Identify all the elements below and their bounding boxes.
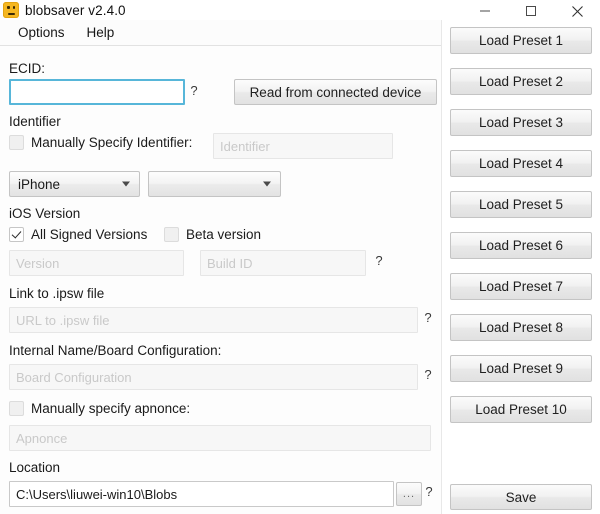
device-type-value: iPhone (18, 177, 60, 192)
face-mouth (8, 13, 15, 15)
checkbox-label: Beta version (186, 227, 261, 242)
close-icon[interactable] (554, 0, 600, 22)
device-type-dropdown[interactable]: iPhone (9, 171, 140, 197)
menu-item-help[interactable]: Help (79, 22, 123, 43)
load-preset-6-button[interactable]: Load Preset 6 (450, 232, 592, 259)
menu-bar: Options Help (0, 20, 441, 46)
chevron-down-icon (122, 182, 130, 187)
minimize-icon[interactable] (462, 0, 508, 22)
ecid-help-icon[interactable]: ? (189, 83, 199, 98)
ios-version-section-label: iOS Version (9, 206, 80, 221)
load-preset-10-button[interactable]: Load Preset 10 (450, 396, 592, 423)
window-title: blobsaver v2.4.0 (25, 3, 126, 18)
location-help-icon[interactable]: ? (424, 484, 434, 499)
ipsw-help-icon[interactable]: ? (423, 310, 433, 325)
load-preset-2-button[interactable]: Load Preset 2 (450, 68, 592, 95)
load-preset-7-button[interactable]: Load Preset 7 (450, 273, 592, 300)
save-button[interactable]: Save (450, 484, 592, 510)
manually-specify-identifier-checkbox[interactable]: Manually Specify Identifier: (9, 135, 192, 150)
chevron-down-icon (263, 182, 271, 187)
ecid-input[interactable] (9, 79, 185, 105)
load-preset-4-button[interactable]: Load Preset 4 (450, 150, 592, 177)
checkbox-label: All Signed Versions (31, 227, 147, 242)
board-config-label: Internal Name/Board Configuration: (9, 343, 221, 358)
apnonce-input[interactable] (9, 425, 431, 451)
load-preset-5-button[interactable]: Load Preset 5 (450, 191, 592, 218)
ecid-label: ECID: (9, 61, 45, 76)
load-preset-3-button[interactable]: Load Preset 3 (450, 109, 592, 136)
buildid-input[interactable] (200, 250, 366, 276)
location-input[interactable] (9, 481, 394, 507)
checkbox-label: Manually Specify Identifier: (31, 135, 192, 150)
face-icon (3, 2, 19, 18)
ipsw-url-input[interactable] (9, 307, 418, 333)
checkbox-box (9, 135, 24, 150)
read-from-connected-device-button[interactable]: Read from connected device (234, 79, 437, 105)
board-config-help-icon[interactable]: ? (423, 367, 433, 382)
load-preset-9-button[interactable]: Load Preset 9 (450, 355, 592, 382)
location-label: Location (9, 460, 60, 475)
window-controls (462, 0, 600, 22)
beta-version-checkbox[interactable]: Beta version (164, 227, 261, 242)
identifier-input[interactable] (213, 133, 393, 159)
load-preset-1-button[interactable]: Load Preset 1 (450, 27, 592, 54)
all-signed-versions-checkbox[interactable]: All Signed Versions (9, 227, 147, 242)
checkbox-box (164, 227, 179, 242)
manually-specify-apnonce-checkbox[interactable]: Manually specify apnonce: (9, 401, 190, 416)
checkbox-box (9, 401, 24, 416)
version-input[interactable] (9, 250, 184, 276)
browse-location-button[interactable]: ... (396, 482, 422, 506)
board-config-input[interactable] (9, 364, 418, 390)
maximize-icon[interactable] (508, 0, 554, 22)
presets-panel: Load Preset 1 Load Preset 2 Load Preset … (442, 0, 600, 514)
device-model-dropdown[interactable] (148, 171, 281, 197)
menu-item-options[interactable]: Options (10, 22, 73, 43)
checkbox-label: Manually specify apnonce: (31, 401, 190, 416)
identifier-section-label: Identifier (9, 114, 61, 129)
blobsaver-window: blobsaver v2.4.0 Options Help ECID: ? Re… (0, 0, 600, 514)
main-form-panel: ECID: ? Read from connected device Ident… (0, 46, 441, 514)
load-preset-8-button[interactable]: Load Preset 8 (450, 314, 592, 341)
title-bar: blobsaver v2.4.0 (0, 0, 600, 20)
ipsw-label: Link to .ipsw file (9, 286, 104, 301)
ios-version-help-icon[interactable]: ? (374, 253, 384, 268)
checkbox-box (9, 227, 24, 242)
